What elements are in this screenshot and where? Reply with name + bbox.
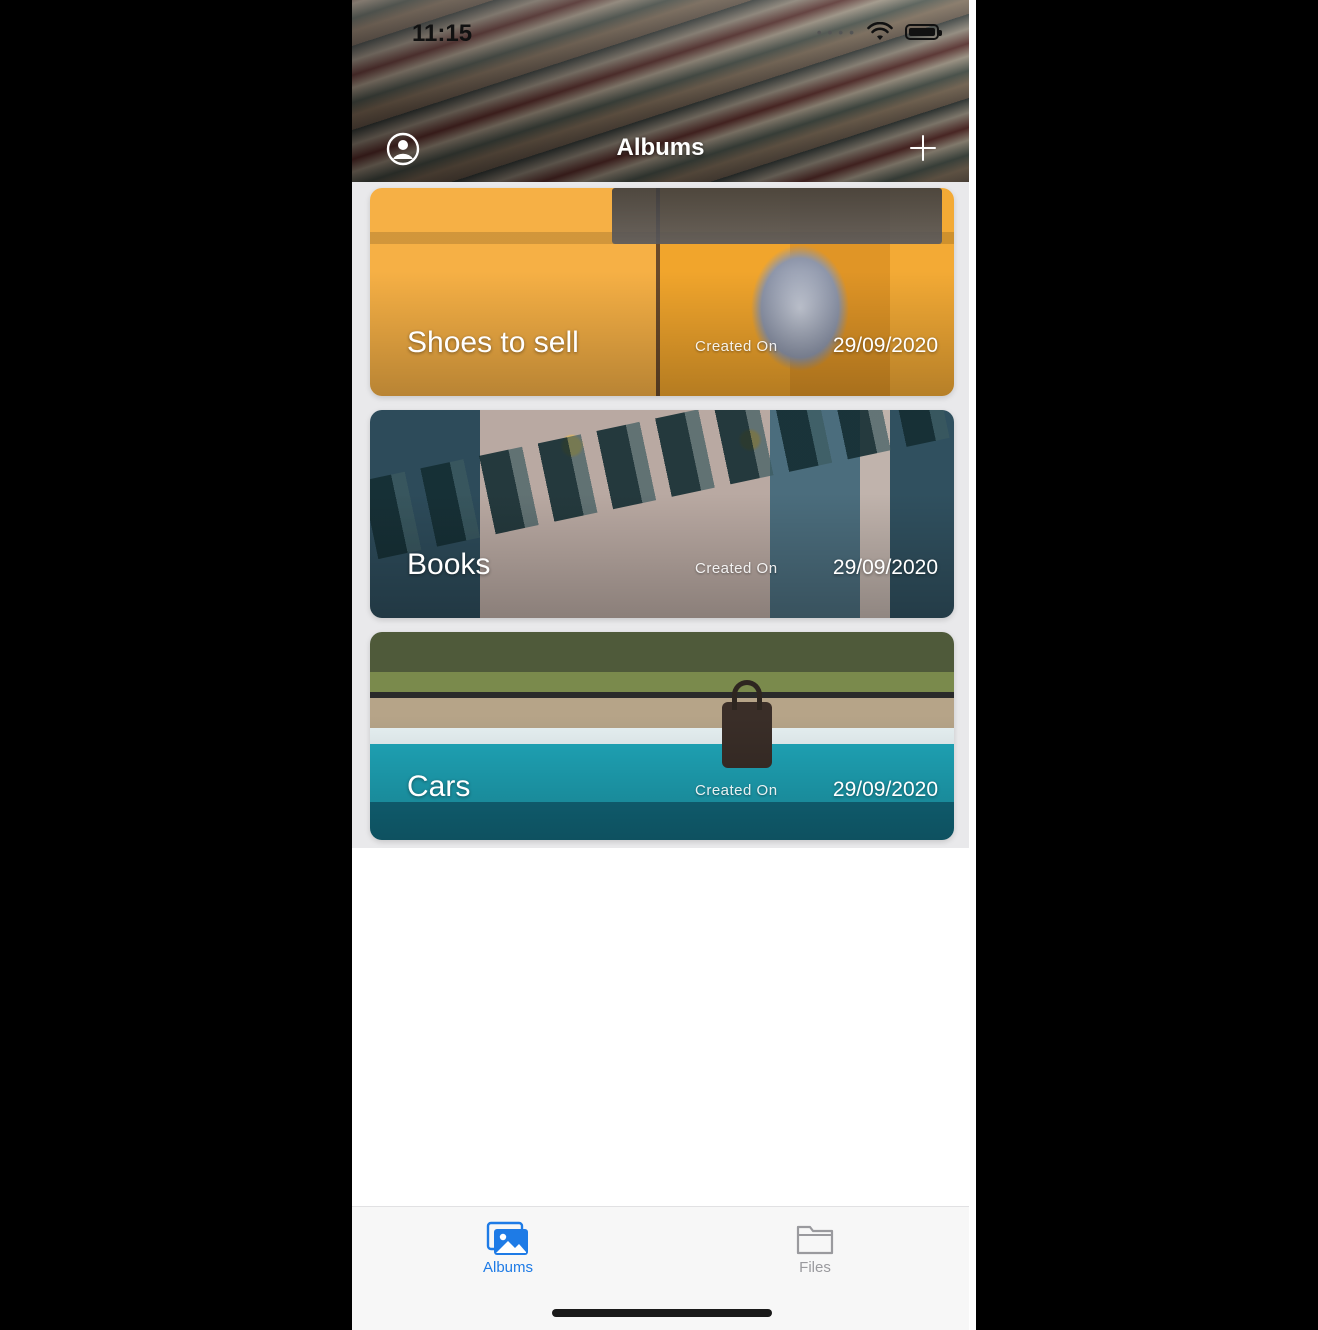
home-indicator (552, 1309, 772, 1317)
created-date: 29/09/2020 (832, 778, 938, 801)
album-card-cars[interactable]: Cars Created On 29/09/2020 (370, 632, 954, 840)
created-on-label: Created On (695, 560, 778, 577)
list-item: Books Created On 29/09/2020 (352, 404, 969, 626)
album-card-shoes-to-sell[interactable]: Shoes to sell Created On 29/09/2020 (370, 188, 954, 396)
created-on-label: Created On (695, 338, 778, 355)
created-date: 29/09/2020 (832, 556, 938, 579)
wifi-icon (867, 22, 893, 40)
battery-icon (905, 24, 942, 40)
folder-icon (796, 1225, 834, 1255)
header: 11:15 • • • • Albums (352, 0, 969, 182)
tab-files[interactable]: Files (755, 1221, 875, 1276)
photos-icon (486, 1221, 528, 1255)
album-name: Cars (407, 770, 471, 803)
page-title: Albums (616, 134, 705, 161)
tab-files-label: Files (799, 1259, 831, 1276)
status-time: 11:15 (412, 20, 473, 47)
album-card-books[interactable]: Books Created On 29/09/2020 (370, 410, 954, 618)
list-item: Shoes to sell Created On 29/09/2020 (352, 182, 969, 404)
tab-albums[interactable]: Albums (448, 1221, 568, 1276)
created-on-label: Created On (695, 782, 778, 799)
plus-icon[interactable] (908, 133, 938, 163)
tab-albums-label: Albums (482, 1259, 534, 1276)
album-name: Shoes to sell (407, 326, 579, 359)
list-item: Cars Created On 29/09/2020 (352, 626, 969, 848)
signal-icon: • • • • (816, 24, 855, 40)
phone-screen: 11:15 • • • • Albums Shoes to sell Creat… (352, 0, 976, 1330)
status-icons: • • • • (816, 22, 942, 42)
album-name: Books (407, 548, 491, 581)
created-date: 29/09/2020 (832, 334, 938, 357)
album-list: Shoes to sell Created On 29/09/2020 Book… (352, 182, 969, 848)
